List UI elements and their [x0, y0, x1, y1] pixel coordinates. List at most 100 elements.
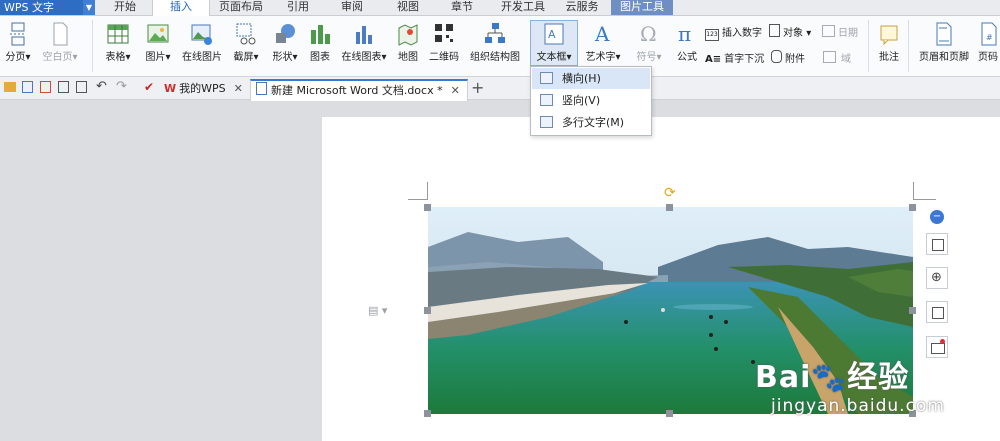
save-icon[interactable] — [22, 81, 33, 93]
print-preview-icon[interactable] — [58, 81, 69, 93]
close-icon[interactable]: ✕ — [451, 84, 460, 97]
crop-button[interactable] — [926, 301, 948, 323]
map-button[interactable]: 地图 — [394, 22, 422, 63]
pdf-export-icon[interactable] — [40, 81, 51, 93]
vertical-text-icon — [540, 94, 553, 106]
qrcode-button[interactable]: 二维码 — [426, 22, 462, 63]
resize-handle[interactable] — [424, 307, 431, 314]
svg-text:π: π — [678, 22, 691, 46]
crop-mark — [427, 182, 428, 200]
object-button[interactable]: 对象 ▾ — [769, 24, 811, 39]
watermark-brand: Bai🐾经验 — [755, 360, 910, 395]
tab-document[interactable]: 新建 Microsoft Word 文档.docx * ✕ — [250, 79, 468, 101]
picture-button[interactable]: 图片▾ — [140, 22, 176, 63]
rotate-handle-icon[interactable]: ⟳ — [664, 186, 676, 200]
online-picture-icon — [191, 24, 212, 45]
tab-chapter[interactable]: 章节 — [442, 0, 482, 15]
svg-text:A: A — [548, 28, 556, 41]
tab-developer[interactable]: 开发工具 — [494, 0, 552, 15]
layout-options-button[interactable] — [926, 233, 948, 255]
wordart-button[interactable]: A 艺术字▾ — [581, 22, 625, 63]
online-chart-button[interactable]: 在线图表▾ — [338, 22, 390, 63]
comment-icon — [880, 25, 898, 46]
page-number-icon: # — [981, 22, 997, 46]
zoom-button[interactable]: ⊕ — [926, 267, 948, 289]
resize-handle[interactable] — [909, 307, 916, 314]
page-number-button[interactable]: # 页码 — [976, 22, 1000, 63]
tab-picture-tools[interactable]: 图片工具 — [611, 0, 673, 15]
header-footer-button[interactable]: 页眉和页脚 — [915, 22, 973, 63]
insert-number-button[interactable]: 123 插入数字 — [705, 24, 762, 41]
frame-icon — [931, 343, 945, 354]
tab-home[interactable]: 开始 — [103, 0, 147, 15]
crop-mark — [913, 182, 914, 200]
screenshot-button[interactable]: 截屏▾ — [229, 22, 263, 63]
resize-handle[interactable] — [424, 204, 431, 211]
undo-icon[interactable]: ↶ — [96, 79, 107, 94]
doc-icon — [256, 82, 267, 95]
paperclip-icon — [771, 50, 782, 63]
shapes-icon — [276, 24, 295, 43]
menu-item-vertical[interactable]: 竖向(V) — [532, 90, 650, 111]
crop-mark — [408, 199, 428, 200]
pi-icon: π — [678, 22, 691, 46]
tab-cloud[interactable]: 云服务 — [558, 0, 606, 15]
redo-icon[interactable]: ↷ — [116, 79, 127, 94]
new-tab-icon[interactable]: + — [471, 79, 484, 97]
textbox-icon: A — [544, 23, 564, 45]
close-icon[interactable]: ✕ — [234, 82, 243, 95]
resize-handle[interactable] — [666, 204, 673, 211]
pin-icon[interactable]: ✔ — [144, 80, 154, 94]
open-folder-icon[interactable] — [4, 82, 16, 92]
svg-text:Ω: Ω — [640, 22, 657, 46]
menu-item-horizontal[interactable]: 横向(H) — [532, 68, 650, 89]
date-button[interactable]: 日期 — [822, 24, 858, 39]
comment-button[interactable]: 批注 — [875, 22, 903, 63]
ribbon-separator — [908, 20, 909, 72]
resize-handle[interactable] — [909, 204, 916, 211]
table-button[interactable]: 表格▾ — [100, 22, 136, 63]
paw-logo-icon: 🐾 — [811, 361, 848, 394]
ribbon-separator — [92, 20, 93, 72]
chart-button[interactable]: 图表 — [307, 22, 333, 63]
chart-icon — [932, 239, 944, 251]
resize-handle[interactable] — [424, 410, 431, 417]
textbox-dropdown: 横向(H) 竖向(V) 多行文字(M) — [530, 66, 652, 136]
page-break-button[interactable]: 分页▾ — [3, 22, 33, 63]
symbol-button[interactable]: Ω 符号▾ — [632, 22, 666, 63]
drop-cap-button[interactable]: A≡ 首字下沉 — [705, 50, 764, 65]
tab-insert[interactable]: 插入 — [152, 0, 210, 16]
multiline-text-icon — [540, 116, 553, 128]
paragraph-layout-icon[interactable]: ▤ ▾ — [368, 304, 387, 317]
horizontal-text-icon — [540, 72, 553, 84]
tab-page-layout[interactable]: 页面布局 — [212, 0, 270, 15]
picture-icon — [147, 24, 169, 43]
scissors-icon — [236, 23, 256, 45]
qrcode-icon — [435, 24, 453, 42]
chevron-down-icon[interactable]: ▼ — [83, 0, 95, 15]
border-button[interactable] — [926, 336, 948, 358]
crop-icon — [932, 307, 944, 319]
number-icon: 123 — [705, 29, 719, 41]
attachment-button[interactable]: 附件 — [771, 50, 805, 65]
resize-handle[interactable] — [666, 410, 673, 417]
app-menu-button[interactable]: WPS 文字 ▼ — [0, 0, 95, 15]
watermark-url: jingyan.baidu.com — [771, 396, 945, 416]
ribbon-separator — [868, 20, 869, 72]
shapes-button[interactable]: 形状▾ — [268, 22, 302, 63]
menu-item-multiline[interactable]: 多行文字(M) — [532, 112, 650, 133]
tab-references[interactable]: 引用 — [278, 0, 318, 15]
object-icon — [769, 24, 780, 37]
tab-my-wps[interactable]: W 我的WPS ✕ — [160, 79, 248, 99]
collapse-icon[interactable]: − — [930, 210, 944, 224]
print-icon[interactable] — [76, 81, 87, 93]
org-chart-button[interactable]: 组织结构图 — [467, 22, 523, 63]
field-button[interactable]: 域 — [823, 50, 851, 65]
blank-page-button[interactable]: 空白页▾ — [40, 22, 80, 63]
tab-view[interactable]: 视图 — [388, 0, 428, 15]
textbox-label: A 文本框▾ — [531, 22, 577, 63]
calendar-icon — [822, 25, 835, 37]
formula-button[interactable]: π 公式 — [672, 22, 702, 63]
online-picture-button[interactable]: 在线图片 — [180, 22, 224, 63]
tab-review[interactable]: 审阅 — [332, 0, 372, 15]
